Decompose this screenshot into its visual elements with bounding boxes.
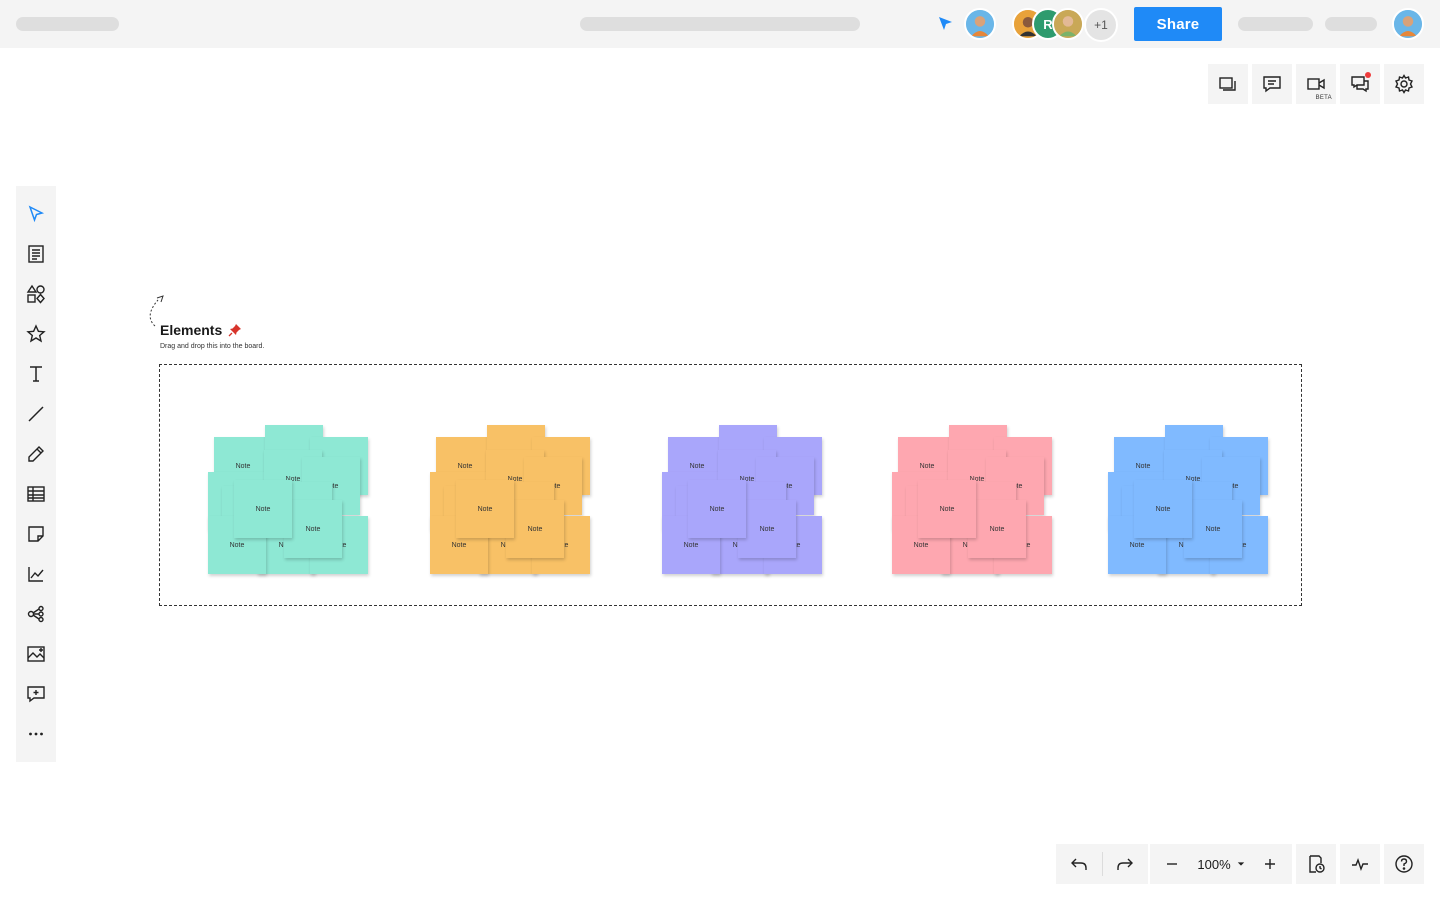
text-tool[interactable]	[16, 354, 56, 394]
presentation-icon	[1219, 77, 1236, 91]
sticky-note[interactable]: Note	[968, 500, 1026, 558]
help-button[interactable]	[1384, 844, 1424, 884]
notification-dot	[1365, 72, 1371, 78]
pen-icon	[28, 446, 44, 462]
more-icon	[29, 732, 43, 736]
comment-add-tool[interactable]	[16, 674, 56, 714]
sticky-note-tool[interactable]	[16, 514, 56, 554]
template-tool[interactable]	[16, 234, 56, 274]
shapes-icon	[26, 284, 45, 304]
help-panel	[1384, 844, 1424, 884]
cursor-icon	[939, 17, 952, 30]
image-tool[interactable]	[16, 634, 56, 674]
video-button[interactable]: BETA	[1296, 64, 1336, 104]
comment-add-icon	[27, 686, 45, 703]
video-icon	[1307, 78, 1325, 90]
sticky-note[interactable]: Note	[738, 500, 796, 558]
line-tool[interactable]	[16, 394, 56, 434]
mind-map-tool[interactable]	[16, 594, 56, 634]
share-button[interactable]: Share	[1134, 7, 1222, 41]
sticky-note[interactable]: Note	[456, 480, 514, 538]
sticky-note[interactable]: Note	[506, 500, 564, 558]
document-title-placeholder[interactable]	[16, 17, 119, 31]
more-collaborators-badge[interactable]: +1	[1084, 8, 1118, 42]
text-icon	[30, 366, 42, 382]
line-icon	[28, 406, 44, 422]
presentation-button[interactable]	[1208, 64, 1248, 104]
revision-history-button[interactable]	[1296, 844, 1336, 884]
zoom-level: 100%	[1197, 856, 1231, 872]
comment-icon	[1263, 76, 1281, 93]
zoom-out-button[interactable]	[1150, 844, 1193, 884]
chevron-down-icon	[1237, 862, 1244, 866]
chart-icon	[28, 567, 44, 582]
beta-badge: BETA	[1315, 95, 1332, 101]
table-tool[interactable]	[16, 474, 56, 514]
current-user-avatar[interactable]	[964, 8, 996, 40]
chat-button[interactable]	[1340, 64, 1380, 104]
image-icon	[27, 646, 45, 662]
breadcrumb-placeholder	[580, 17, 860, 31]
select-cursor-icon	[28, 205, 45, 223]
avatar-face-icon	[966, 10, 994, 38]
activity-button[interactable]	[1340, 844, 1380, 884]
more-tools[interactable]	[16, 714, 56, 754]
history-panel	[1296, 844, 1336, 884]
settings-button[interactable]	[1384, 64, 1424, 104]
avatar-face-icon	[1394, 10, 1422, 38]
plus-icon	[1265, 859, 1276, 869]
profile-avatar[interactable]	[1392, 8, 1424, 40]
gear-icon	[1395, 74, 1413, 94]
sticky-note[interactable]: Note	[234, 480, 292, 538]
sticky-note[interactable]: Note	[284, 500, 342, 558]
sticky-note[interactable]: Note	[918, 480, 976, 538]
mind-map-icon	[27, 605, 44, 623]
zoom-controls: 100%	[1150, 844, 1292, 884]
shapes-tool[interactable]	[16, 274, 56, 314]
avatar-face-icon	[1054, 10, 1082, 38]
history-controls	[1056, 844, 1148, 884]
menu-placeholder[interactable]	[1238, 17, 1313, 31]
revision-history-icon	[1309, 855, 1325, 873]
star-icon	[26, 324, 46, 343]
sticky-note[interactable]: Note	[1134, 480, 1192, 538]
star-tool[interactable]	[16, 314, 56, 354]
pen-tool[interactable]	[16, 434, 56, 474]
sticky-note-icon	[28, 526, 44, 542]
select-tool[interactable]	[16, 194, 56, 234]
template-icon	[28, 245, 44, 263]
sticky-note[interactable]: Note	[688, 480, 746, 538]
elements-title: Elements	[160, 322, 223, 338]
minus-icon	[1166, 863, 1177, 865]
collaborator-avatar-3[interactable]	[1052, 8, 1084, 40]
zoom-level-dropdown[interactable]: 100%	[1193, 857, 1248, 872]
redo-button[interactable]	[1102, 844, 1148, 884]
comments-button[interactable]	[1252, 64, 1292, 104]
sticky-note[interactable]: Note	[1184, 500, 1242, 558]
help-icon	[1395, 855, 1413, 873]
activity-panel	[1340, 844, 1380, 884]
left-toolbar	[16, 186, 56, 762]
right-toolbar: BETA	[1208, 64, 1424, 104]
menu-placeholder[interactable]	[1325, 17, 1377, 31]
table-icon	[27, 486, 45, 502]
undo-button[interactable]	[1056, 844, 1102, 884]
activity-icon	[1352, 857, 1368, 872]
chart-tool[interactable]	[16, 554, 56, 594]
elements-subtitle: Drag and drop this into the board.	[160, 343, 265, 350]
zoom-in-button[interactable]	[1249, 844, 1292, 884]
top-bar: R +1 Share	[0, 0, 1440, 48]
redo-icon	[1117, 858, 1134, 870]
undo-icon	[1070, 858, 1087, 870]
pushpin-icon	[228, 324, 241, 337]
